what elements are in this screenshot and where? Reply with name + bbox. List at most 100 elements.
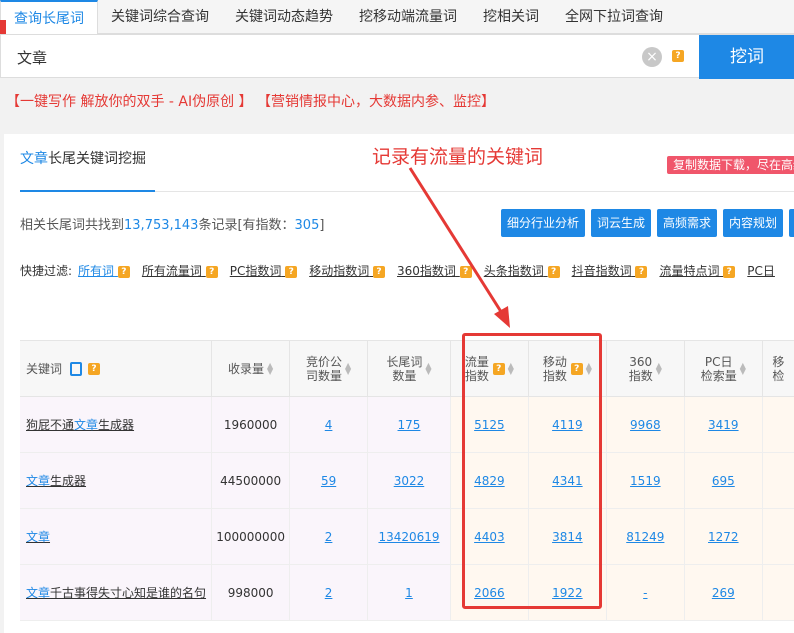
filter-item-label: 流量特点词: [659, 264, 720, 278]
summary-suffix: ]: [319, 218, 325, 233]
highlight-box: [462, 333, 602, 609]
promo-ai-writing-link[interactable]: 【一键写作 解放你的双手 - AI伪原创 】: [6, 94, 253, 110]
longtail-link[interactable]: 13420619: [378, 530, 439, 544]
filter-item-label: 所有词: [78, 264, 115, 278]
summary-prefix: 相关长尾词共找到: [20, 218, 125, 233]
i360-link[interactable]: 1519: [630, 474, 661, 488]
longtail-link[interactable]: 1: [405, 586, 413, 600]
col-longtail-count[interactable]: 长尾词 数量 ▲ ▼: [368, 341, 451, 396]
top-tab-bar: 查询长尾词 关键词综合查询 关键词动态趋势 挖移动端流量词 挖相关词 全网下拉词…: [0, 0, 794, 35]
keyword-highlight: 文章: [74, 417, 99, 432]
search-button[interactable]: 挖词: [699, 35, 794, 79]
filter-pc-index[interactable]: PC指数词 ?: [229, 262, 298, 279]
collect-cell: 1960000: [212, 397, 291, 452]
keyword-link[interactable]: 文章: [26, 529, 50, 545]
filter-mobile-index[interactable]: 移动指数词 ?: [309, 262, 386, 279]
filter-traffic-words[interactable]: 所有流量词 ?: [142, 262, 218, 279]
col-mobile-daily[interactable]: 移检: [763, 341, 794, 396]
high-frequency-button[interactable]: 高频需求: [657, 209, 718, 237]
longtail-cell: 1: [368, 565, 451, 620]
filter-item-label: 360指数词: [397, 264, 456, 278]
word-cloud-button[interactable]: 词云生成: [591, 209, 652, 237]
mobile-daily-cell: [762, 509, 794, 564]
i360-link[interactable]: 81249: [626, 530, 664, 544]
help-icon: ?: [459, 265, 472, 278]
col-label-line2: 检索量: [700, 368, 737, 383]
bid-link[interactable]: 4: [325, 418, 333, 432]
pc-link[interactable]: 695: [712, 474, 735, 488]
keyword-link[interactable]: 狗屁不通文章生成器: [26, 417, 134, 433]
i360-link[interactable]: -: [643, 586, 647, 600]
i360-link[interactable]: 9968: [630, 418, 661, 432]
col-label-line1: 竞价公: [305, 354, 342, 369]
promo-intel-link[interactable]: 【营销情报中心，大数据内参、监控】: [257, 94, 495, 110]
filter-item-label: 抖音指数词: [571, 264, 632, 278]
tab-dropdown-words[interactable]: 全网下拉词查询: [552, 0, 676, 34]
collect-cell: 100000000: [212, 509, 291, 564]
copy-download-banner[interactable]: 复制数据下载，尽在高级版: [667, 156, 794, 174]
sort-icon: ▲ ▼: [425, 360, 432, 376]
mobile-daily-cell: [762, 453, 794, 508]
filter-toutiao-index[interactable]: 头条指数词 ?: [484, 262, 560, 279]
i360-cell: 81249: [606, 509, 685, 564]
longtail-cell: 3022: [368, 453, 451, 508]
summary-indexed: 305: [294, 218, 320, 233]
pc-link[interactable]: 1272: [708, 530, 739, 544]
filter-douyin-index[interactable]: 抖音指数词 ?: [572, 262, 648, 279]
filter-pc-daily[interactable]: PC日: [747, 262, 775, 279]
tab-longtail-query[interactable]: 查询长尾词: [0, 0, 98, 35]
keyword-highlight: 文章: [26, 473, 51, 488]
pc-cell: 269: [684, 565, 763, 620]
tab-related-words[interactable]: 挖相关词: [470, 0, 552, 34]
col-bid-companies[interactable]: 竞价公 司数量 ▲ ▼: [290, 341, 369, 396]
bid-cell: 4: [290, 397, 369, 452]
industry-analysis-button[interactable]: 细分行业分析: [501, 209, 586, 237]
help-icon: ?: [117, 265, 130, 278]
collect-cell: 998000: [212, 565, 291, 620]
tab-keyword-trend[interactable]: 关键词动态趋势: [222, 0, 346, 34]
longtail-cell: 13420619: [368, 509, 451, 564]
help-icon[interactable]: ?: [672, 50, 684, 62]
panel-tab-underline: [20, 190, 155, 192]
filter-item-label: PC指数词: [229, 264, 282, 278]
tab-mobile-traffic[interactable]: 挖移动端流量词: [346, 0, 470, 34]
col-label-line2: 数量: [392, 368, 417, 383]
copy-icon[interactable]: [70, 361, 83, 376]
i360-cell: 9968: [606, 397, 685, 452]
keyword-link[interactable]: 文章千古事得失寸心知是谁的名句: [26, 585, 206, 601]
keyword-highlight: 文章: [26, 585, 51, 600]
clear-icon[interactable]: ×: [642, 47, 662, 67]
promo-links: 【一键写作 解放你的双手 - AI伪原创 】 【营销情报中心，大数据内参、监控】: [6, 91, 495, 111]
panel-tab-label: 长尾关键词挖掘: [48, 151, 146, 167]
bid-link[interactable]: 59: [321, 474, 336, 488]
demand-button[interactable]: 需: [789, 209, 794, 237]
longtail-link[interactable]: 175: [398, 418, 421, 432]
keyword-link[interactable]: 文章生成器: [26, 473, 86, 489]
pc-link[interactable]: 269: [712, 586, 735, 600]
search-input[interactable]: 文章: [17, 47, 47, 68]
filter-traffic-feature[interactable]: 流量特点词 ?: [659, 262, 736, 279]
bid-cell: 59: [290, 453, 369, 508]
col-pc-daily[interactable]: PC日 检索量 ▲ ▼: [685, 341, 763, 396]
sort-icon: ▲ ▼: [739, 360, 746, 376]
bid-link[interactable]: 2: [325, 530, 333, 544]
table-row: 文章千古事得失寸心知是谁的名句 998000 2 1 2066 1922 - 2…: [20, 565, 794, 621]
col-keyword: 关键词?: [20, 341, 213, 396]
longtail-link[interactable]: 3022: [394, 474, 425, 488]
panel-tab-longtail[interactable]: 文章长尾关键词挖掘: [20, 148, 146, 168]
filter-360-index[interactable]: 360指数词 ?: [397, 262, 472, 279]
filter-all-words[interactable]: 所有词 ?: [78, 262, 130, 279]
col-360-index[interactable]: 360 指数 ▲ ▼: [607, 341, 685, 396]
col-label: 收录量: [228, 361, 265, 376]
tab-keyword-comprehensive[interactable]: 关键词综合查询: [98, 0, 222, 34]
help-icon: ?: [723, 265, 736, 278]
col-collect[interactable]: 收录量 ▲ ▼: [212, 341, 291, 396]
sort-icon: ▲ ▼: [267, 360, 274, 376]
col-label-line2: 检: [772, 368, 785, 383]
filter-item-label: 移动指数词: [309, 264, 370, 278]
pc-link[interactable]: 3419: [708, 418, 739, 432]
content-plan-button[interactable]: 内容规划: [723, 209, 784, 237]
longtail-cell: 175: [368, 397, 451, 452]
bid-link[interactable]: 2: [325, 586, 333, 600]
col-label-line1: 360: [629, 354, 653, 369]
